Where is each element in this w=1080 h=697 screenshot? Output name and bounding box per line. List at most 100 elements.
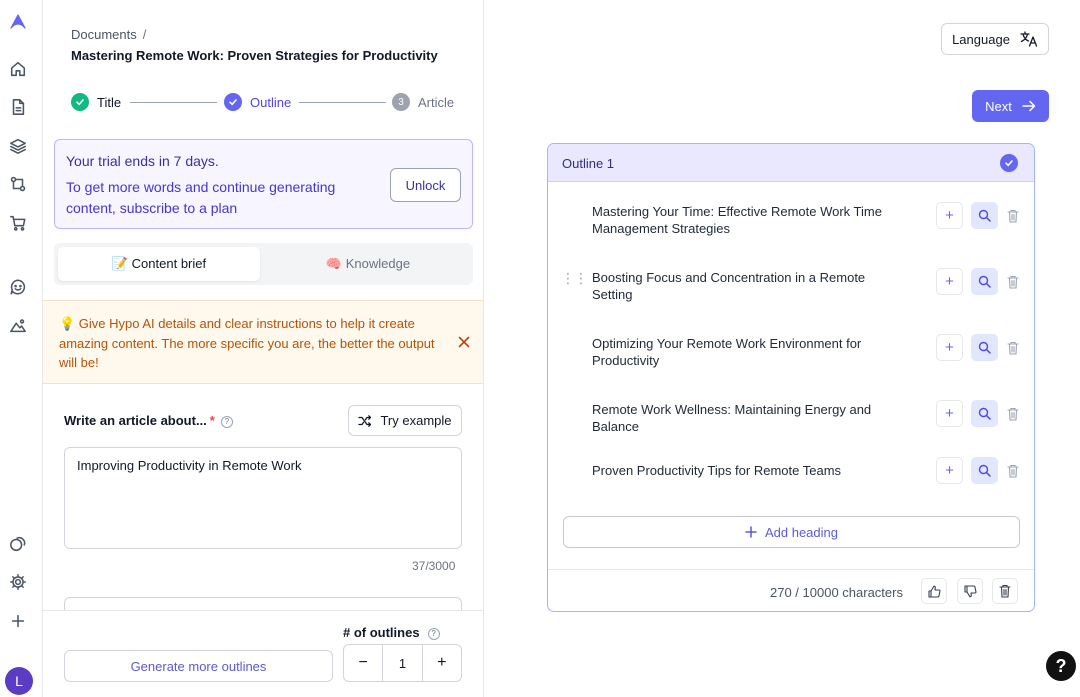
outlines-count-label: # of outlines? <box>343 625 440 640</box>
step-outline[interactable]: Outline <box>224 93 291 111</box>
thumbs-down-icon[interactable] <box>957 578 983 604</box>
content-brief-panel: Documents / Mastering Remote Work: Proven… <box>43 0 484 697</box>
search-icon[interactable] <box>971 268 998 295</box>
document-icon[interactable] <box>8 97 28 117</box>
outline-card-footer: 270 / 10000 characters <box>548 569 1034 611</box>
prompt-textarea[interactable]: Improving Productivity in Remote Work <box>64 447 462 549</box>
trash-icon[interactable] <box>1004 400 1022 427</box>
check-circle-icon <box>224 93 242 111</box>
outline-heading-text[interactable]: Proven Productivity Tips for Remote Team… <box>592 462 902 479</box>
image-landscape-icon[interactable] <box>8 316 28 336</box>
step-connector <box>130 102 217 103</box>
plus-icon <box>745 526 757 538</box>
layers-icon[interactable] <box>8 136 28 156</box>
outlines-count-label-text: # of outlines <box>343 625 420 640</box>
outline-card-header[interactable]: Outline 1 <box>548 144 1034 182</box>
character-count: 270 / 10000 characters <box>770 585 903 600</box>
generate-footer: # of outlines? Generate more outlines − … <box>43 610 483 697</box>
outline-heading-text[interactable]: Remote Work Wellness: Maintaining Energy… <box>592 401 902 435</box>
settings-gear-icon[interactable] <box>8 572 28 592</box>
add-subheading-button[interactable]: + <box>936 400 963 427</box>
add-subheading-button[interactable]: + <box>936 334 963 361</box>
outline-heading-row[interactable]: Optimizing Your Remote Work Environment … <box>548 331 1034 375</box>
outline-heading-text[interactable]: Optimizing Your Remote Work Environment … <box>592 335 902 369</box>
tab-content-brief[interactable]: 📝 Content brief <box>58 247 260 281</box>
outline-heading-text[interactable]: Boosting Focus and Concentration in a Re… <box>592 269 902 303</box>
outline-heading-row[interactable]: Mastering Your Time: Effective Remote Wo… <box>548 199 1034 243</box>
add-heading-label: Add heading <box>764 524 838 540</box>
user-avatar[interactable]: L <box>5 667 33 695</box>
icon-rail: L <box>0 0 43 697</box>
next-button[interactable]: Next <box>972 90 1049 122</box>
trial-heading: Your trial ends in 7 days. <box>66 153 219 169</box>
document-title: Mastering Remote Work: Proven Strategies… <box>71 48 438 63</box>
breadcrumb: Documents / <box>71 27 146 42</box>
add-subheading-button[interactable]: + <box>936 268 963 295</box>
step-title-label: Title <box>97 94 122 110</box>
prompt-label-text: Write an article about... <box>64 413 207 428</box>
trash-icon[interactable] <box>1004 334 1022 361</box>
required-mark: * <box>209 413 215 428</box>
decrement-button[interactable]: − <box>344 645 382 681</box>
search-icon[interactable] <box>971 334 998 361</box>
step-number-badge: 3 <box>392 93 410 111</box>
trash-icon[interactable] <box>1004 268 1022 295</box>
help-circle-icon[interactable]: ? <box>427 627 440 640</box>
chat-bot-icon[interactable] <box>8 277 28 297</box>
shuffle-icon <box>358 414 372 427</box>
unlock-button[interactable]: Unlock <box>390 168 461 202</box>
trash-icon[interactable] <box>1004 202 1022 229</box>
prompt-label: Write an article about... *? <box>64 413 233 428</box>
progress-stepper: Title Outline 3 Article <box>71 93 461 113</box>
help-circle-icon[interactable]: ? <box>220 415 233 428</box>
search-icon[interactable] <box>971 400 998 427</box>
breadcrumb-documents-link[interactable]: Documents <box>71 27 137 42</box>
add-subheading-button[interactable]: + <box>936 457 963 484</box>
outline-card: Outline 1 Mastering Your Time: Effective… <box>547 143 1035 612</box>
step-article-label: Article <box>418 94 455 110</box>
plus-icon[interactable] <box>8 611 28 631</box>
cart-icon[interactable] <box>8 213 28 233</box>
close-icon[interactable] <box>457 335 471 349</box>
brief-tabs: 📝 Content brief 🧠 Knowledge <box>54 243 473 285</box>
trash-icon[interactable] <box>1004 457 1022 484</box>
selected-check-icon[interactable] <box>1000 154 1018 172</box>
outline-heading-row[interactable]: Remote Work Wellness: Maintaining Energy… <box>548 397 1034 441</box>
add-subheading-button[interactable]: + <box>936 202 963 229</box>
tip-text: 💡 Give Hypo AI details and clear instruc… <box>59 316 435 370</box>
generate-more-outlines-button[interactable]: Generate more outlines <box>64 650 333 682</box>
try-example-label: Try example <box>380 413 452 428</box>
character-counter: 37/3000 <box>412 559 456 573</box>
step-article[interactable]: 3 Article <box>392 93 454 111</box>
trial-banner: Your trial ends in 7 days. To get more w… <box>54 139 473 229</box>
workflow-icon[interactable] <box>8 174 28 194</box>
help-button[interactable]: ? <box>1046 651 1076 681</box>
tab-knowledge[interactable]: 🧠 Knowledge <box>267 247 469 281</box>
arrow-right-icon <box>1022 100 1036 112</box>
step-outline-label: Outline <box>250 94 292 110</box>
home-icon[interactable] <box>8 59 28 79</box>
language-label: Language <box>952 31 1010 47</box>
logo-icon[interactable] <box>8 11 28 31</box>
outline-heading-text[interactable]: Mastering Your Time: Effective Remote Wo… <box>592 203 902 237</box>
search-icon[interactable] <box>971 457 998 484</box>
breadcrumb-separator: / <box>142 27 147 42</box>
step-title[interactable]: Title <box>71 93 121 111</box>
outlines-quantity-stepper: − 1 + <box>343 644 462 682</box>
outline-title: Outline 1 <box>562 156 615 171</box>
try-example-button[interactable]: Try example <box>348 405 462 436</box>
outline-heading-row[interactable]: Proven Productivity Tips for Remote Team… <box>548 456 1034 500</box>
add-heading-button[interactable]: Add heading <box>563 516 1020 548</box>
search-icon[interactable] <box>971 202 998 229</box>
outline-heading-row[interactable]: ⋮⋮ Boosting Focus and Concentration in a… <box>548 265 1034 309</box>
integrations-icon[interactable] <box>8 534 28 554</box>
translate-icon <box>1020 31 1038 47</box>
tip-banner: 💡 Give Hypo AI details and clear instruc… <box>43 300 483 384</box>
trash-icon[interactable] <box>992 578 1018 604</box>
increment-button[interactable]: + <box>423 645 461 681</box>
outline-count-value[interactable]: 1 <box>382 645 423 681</box>
language-button[interactable]: Language <box>941 23 1049 55</box>
check-circle-icon <box>71 93 89 111</box>
thumbs-up-icon[interactable] <box>921 578 947 604</box>
drag-handle-icon[interactable]: ⋮⋮ <box>561 271 588 285</box>
